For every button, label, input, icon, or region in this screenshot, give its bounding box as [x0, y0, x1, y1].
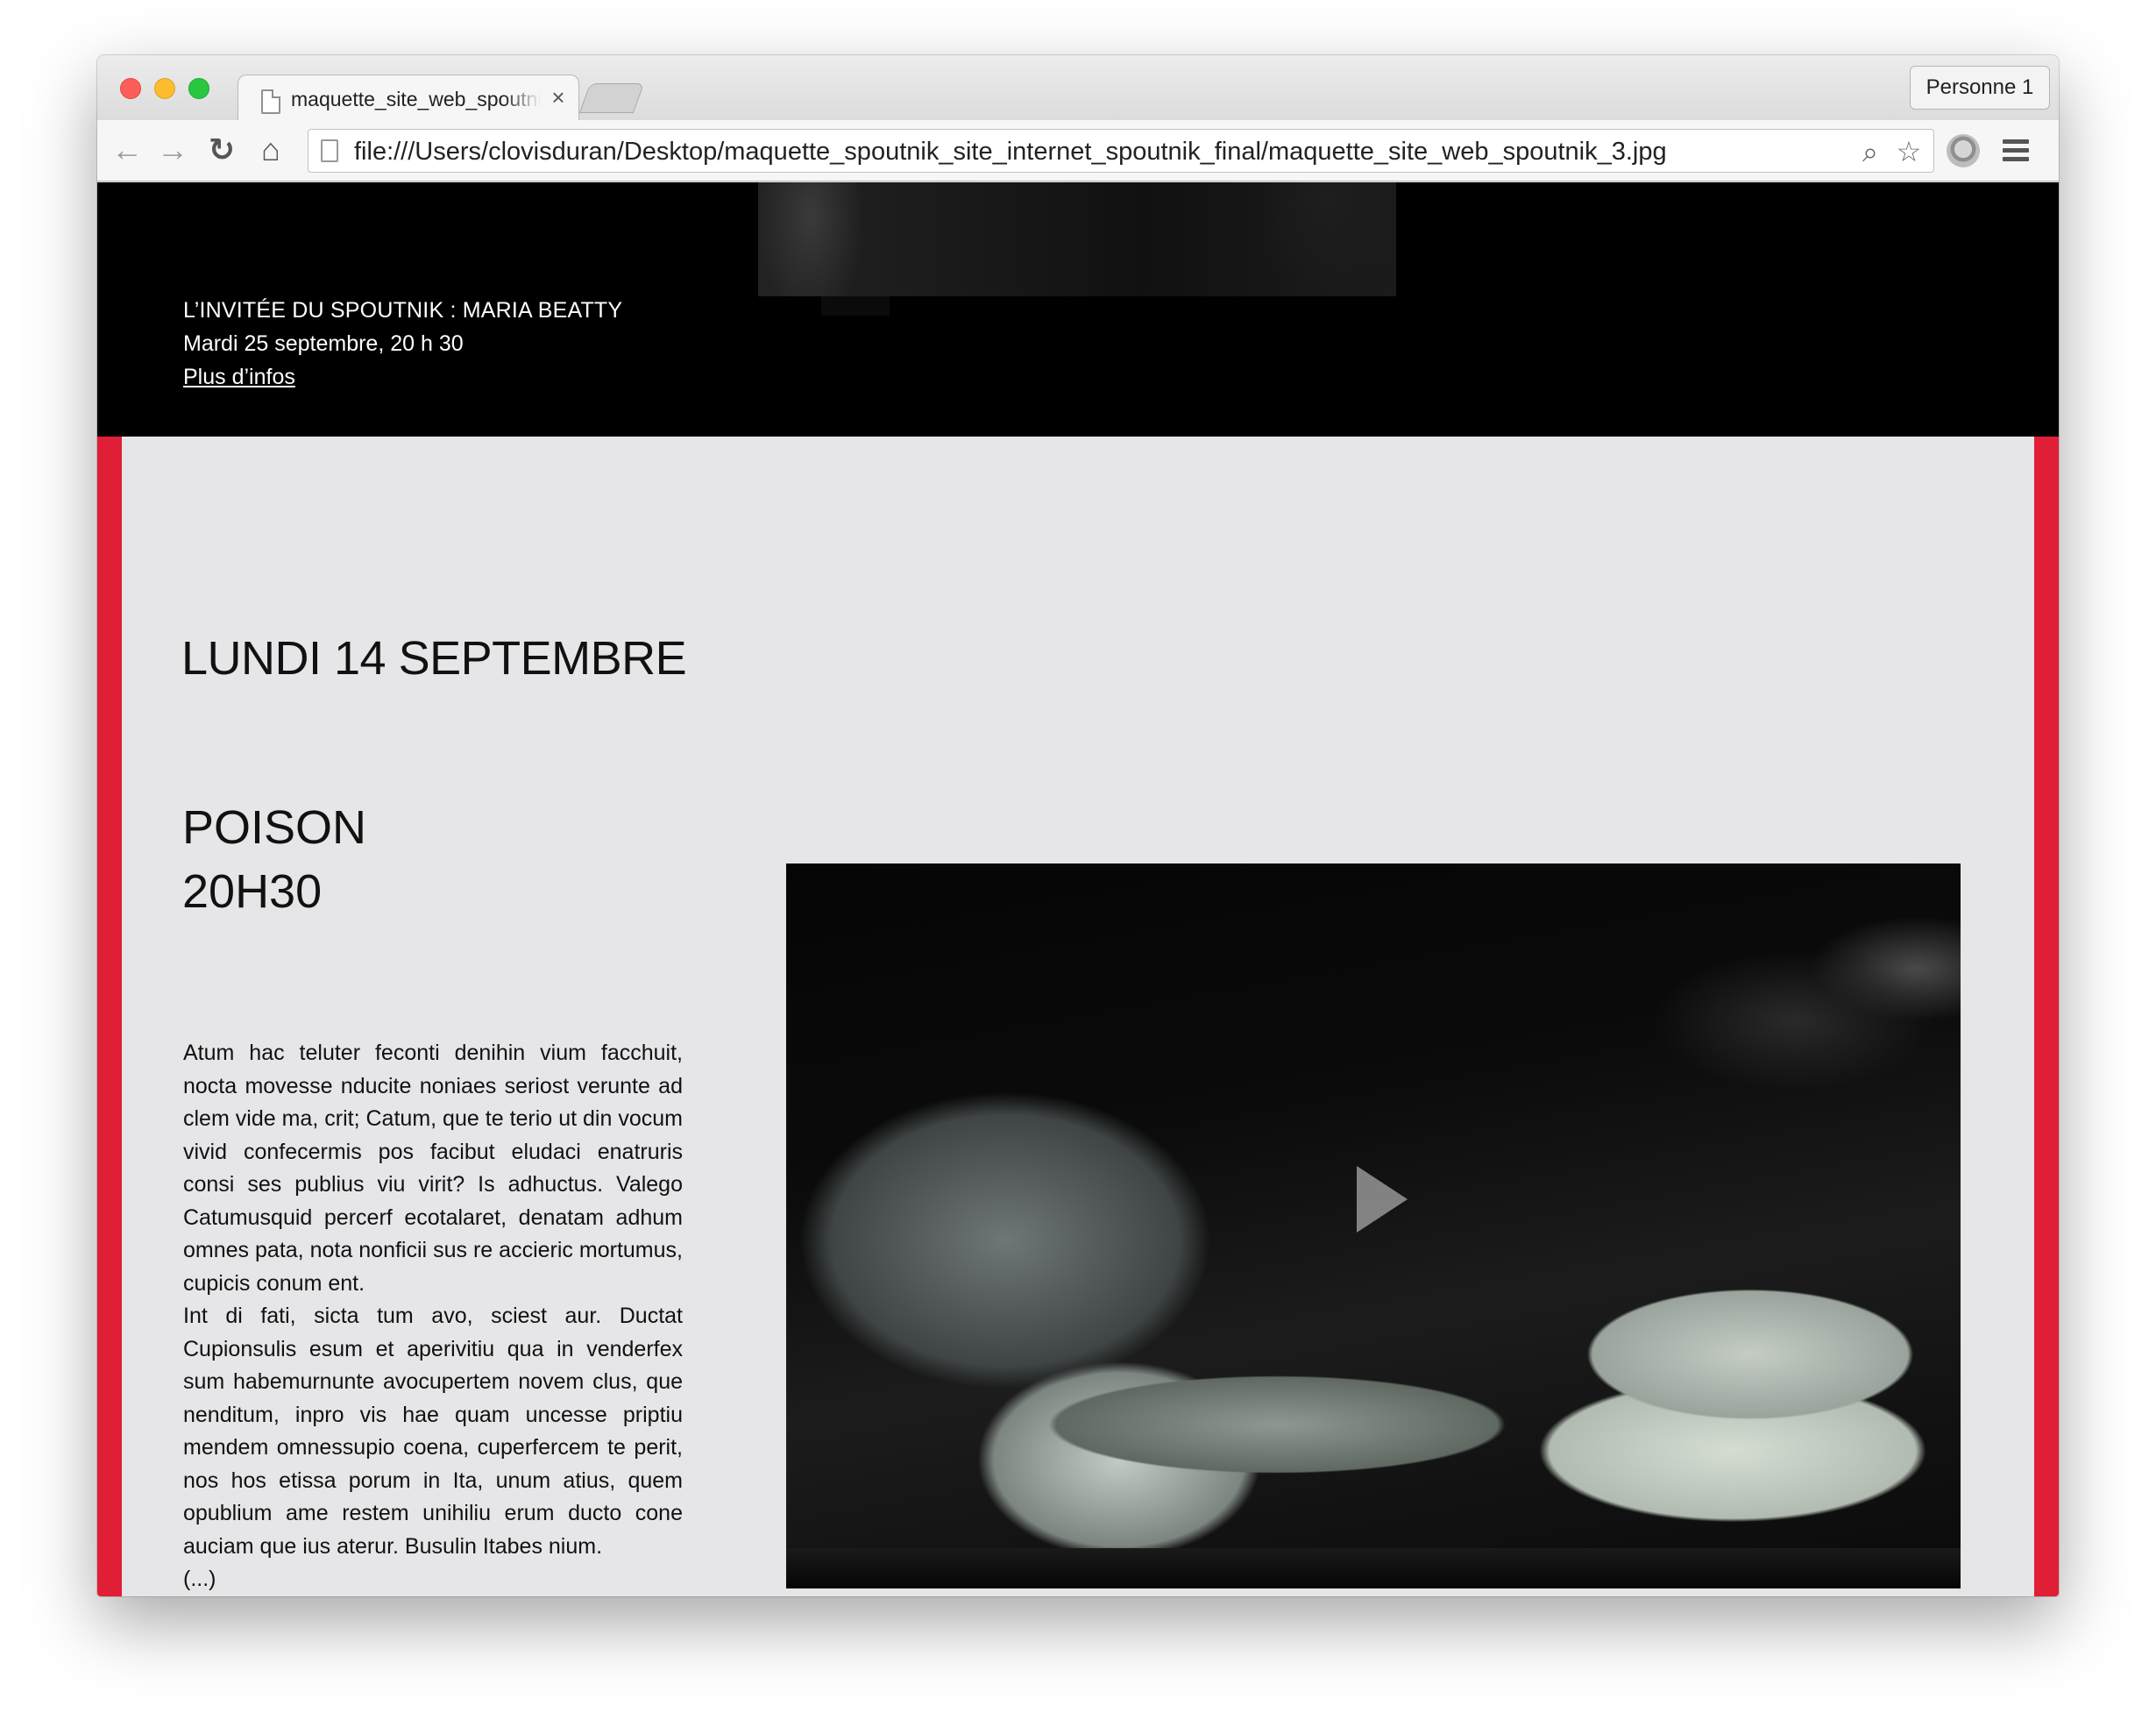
left-accent-bar: [97, 437, 122, 1596]
profile-button[interactable]: Personne 1: [1910, 66, 2050, 110]
featured-event-title: L’INVITÉE DU SPOUTNIK : MARIA BEATTY: [183, 298, 623, 323]
zoom-window-button[interactable]: [188, 78, 209, 99]
show-title: POISON 20H30: [182, 796, 366, 924]
close-window-button[interactable]: [120, 78, 141, 99]
menu-icon[interactable]: [2003, 139, 2029, 162]
show-name: POISON: [182, 801, 367, 854]
description-paragraph-1: Atum hac teluter feconti denihin vium fa…: [183, 1041, 683, 1296]
show-time: 20H30: [182, 865, 323, 918]
video-player[interactable]: [786, 863, 1961, 1588]
reload-icon[interactable]: ↻: [204, 132, 239, 167]
document-icon: [261, 89, 280, 114]
video-bottom-strip: [786, 1548, 1961, 1588]
title-bar: maquette_site_web_spoutnik_3.jpg × Perso…: [97, 55, 2059, 122]
home-icon[interactable]: ⌂: [253, 132, 288, 167]
description-ellipsis: (...): [183, 1567, 216, 1591]
show-description: Atum hac teluter feconti denihin vium fa…: [183, 1037, 683, 1596]
play-icon[interactable]: [1357, 1166, 1408, 1233]
new-tab-button[interactable]: [578, 83, 645, 113]
minimize-window-button[interactable]: [154, 78, 175, 99]
page-icon: [321, 139, 338, 162]
featured-event-date: Mardi 25 septembre, 20 h 30: [183, 331, 464, 356]
forward-icon[interactable]: →: [155, 132, 190, 167]
browser-window: maquette_site_web_spoutnik_3.jpg × Perso…: [97, 55, 2059, 1596]
extension-icon[interactable]: [1947, 134, 1980, 167]
address-bar[interactable]: file:///Users/clovisduran/Desktop/maquet…: [308, 129, 1934, 173]
browser-toolbar: ← → ↻ ⌂ file:///Users/clovisduran/Deskto…: [97, 120, 2059, 181]
more-info-link[interactable]: Plus d’infos: [183, 365, 295, 390]
search-icon[interactable]: ⌕: [1853, 134, 1888, 169]
browser-tab[interactable]: maquette_site_web_spoutnik_3.jpg ×: [238, 75, 579, 122]
featured-event-banner: L’INVITÉE DU SPOUTNIK : MARIA BEATTY Mar…: [97, 182, 2059, 437]
back-icon[interactable]: ←: [110, 132, 145, 167]
featured-photo: [758, 182, 1396, 296]
tab-title: maquette_site_web_spoutnik_3.jpg: [291, 88, 541, 110]
featured-photo-caption-block: [821, 296, 890, 316]
page-viewport: L’INVITÉE DU SPOUTNIK : MARIA BEATTY Mar…: [97, 182, 2059, 1596]
tab-close-icon[interactable]: ×: [545, 84, 571, 110]
url-text[interactable]: file:///Users/clovisduran/Desktop/maquet…: [354, 138, 1667, 167]
day-heading: LUNDI 14 SEPTEMBRE: [181, 632, 687, 685]
description-paragraph-2: Int di fati, sicta tum avo, sciest aur. …: [183, 1304, 683, 1559]
bookmark-star-icon[interactable]: ☆: [1891, 134, 1926, 169]
right-accent-bar: [2034, 437, 2059, 1596]
